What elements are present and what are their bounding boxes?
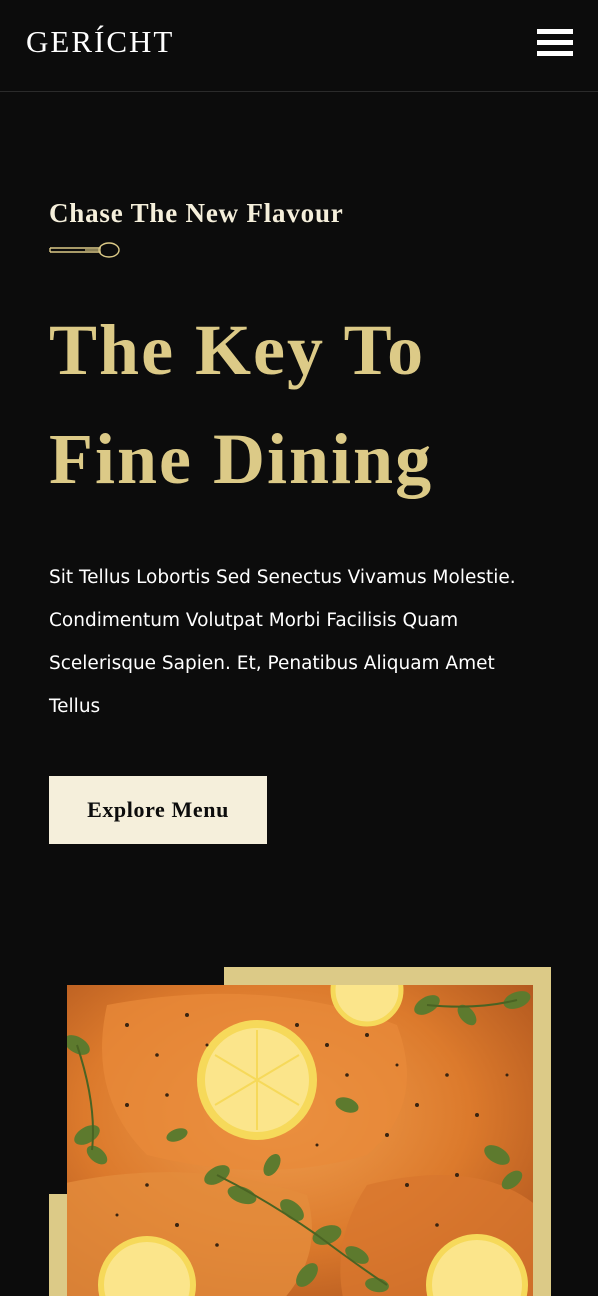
salmon-dish-image [67, 985, 533, 1296]
headline-line-1: The Key To [49, 310, 426, 390]
headline-line-2: Fine Dining [49, 419, 434, 499]
menu-bar-bottom [537, 51, 573, 56]
spoon-icon [49, 242, 120, 258]
hero-headline: The Key To Fine Dining [49, 296, 569, 514]
page: GERÍCHT Chase The New Flavour The Key To… [0, 0, 598, 1296]
explore-menu-button[interactable]: Explore Menu [49, 776, 267, 844]
brand-logo[interactable]: GERÍCHT [26, 24, 174, 60]
menu-bar-middle [537, 40, 573, 45]
navbar: GERÍCHT [0, 0, 598, 92]
hero-description: Sit Tellus Lobortis Sed Senectus Vivamus… [49, 567, 516, 717]
hero-subtitle: Chase The New Flavour [49, 198, 344, 228]
menu-bar-top [537, 29, 573, 34]
salmon-dish-illustration [67, 985, 533, 1296]
hamburger-menu-icon[interactable] [537, 29, 573, 57]
